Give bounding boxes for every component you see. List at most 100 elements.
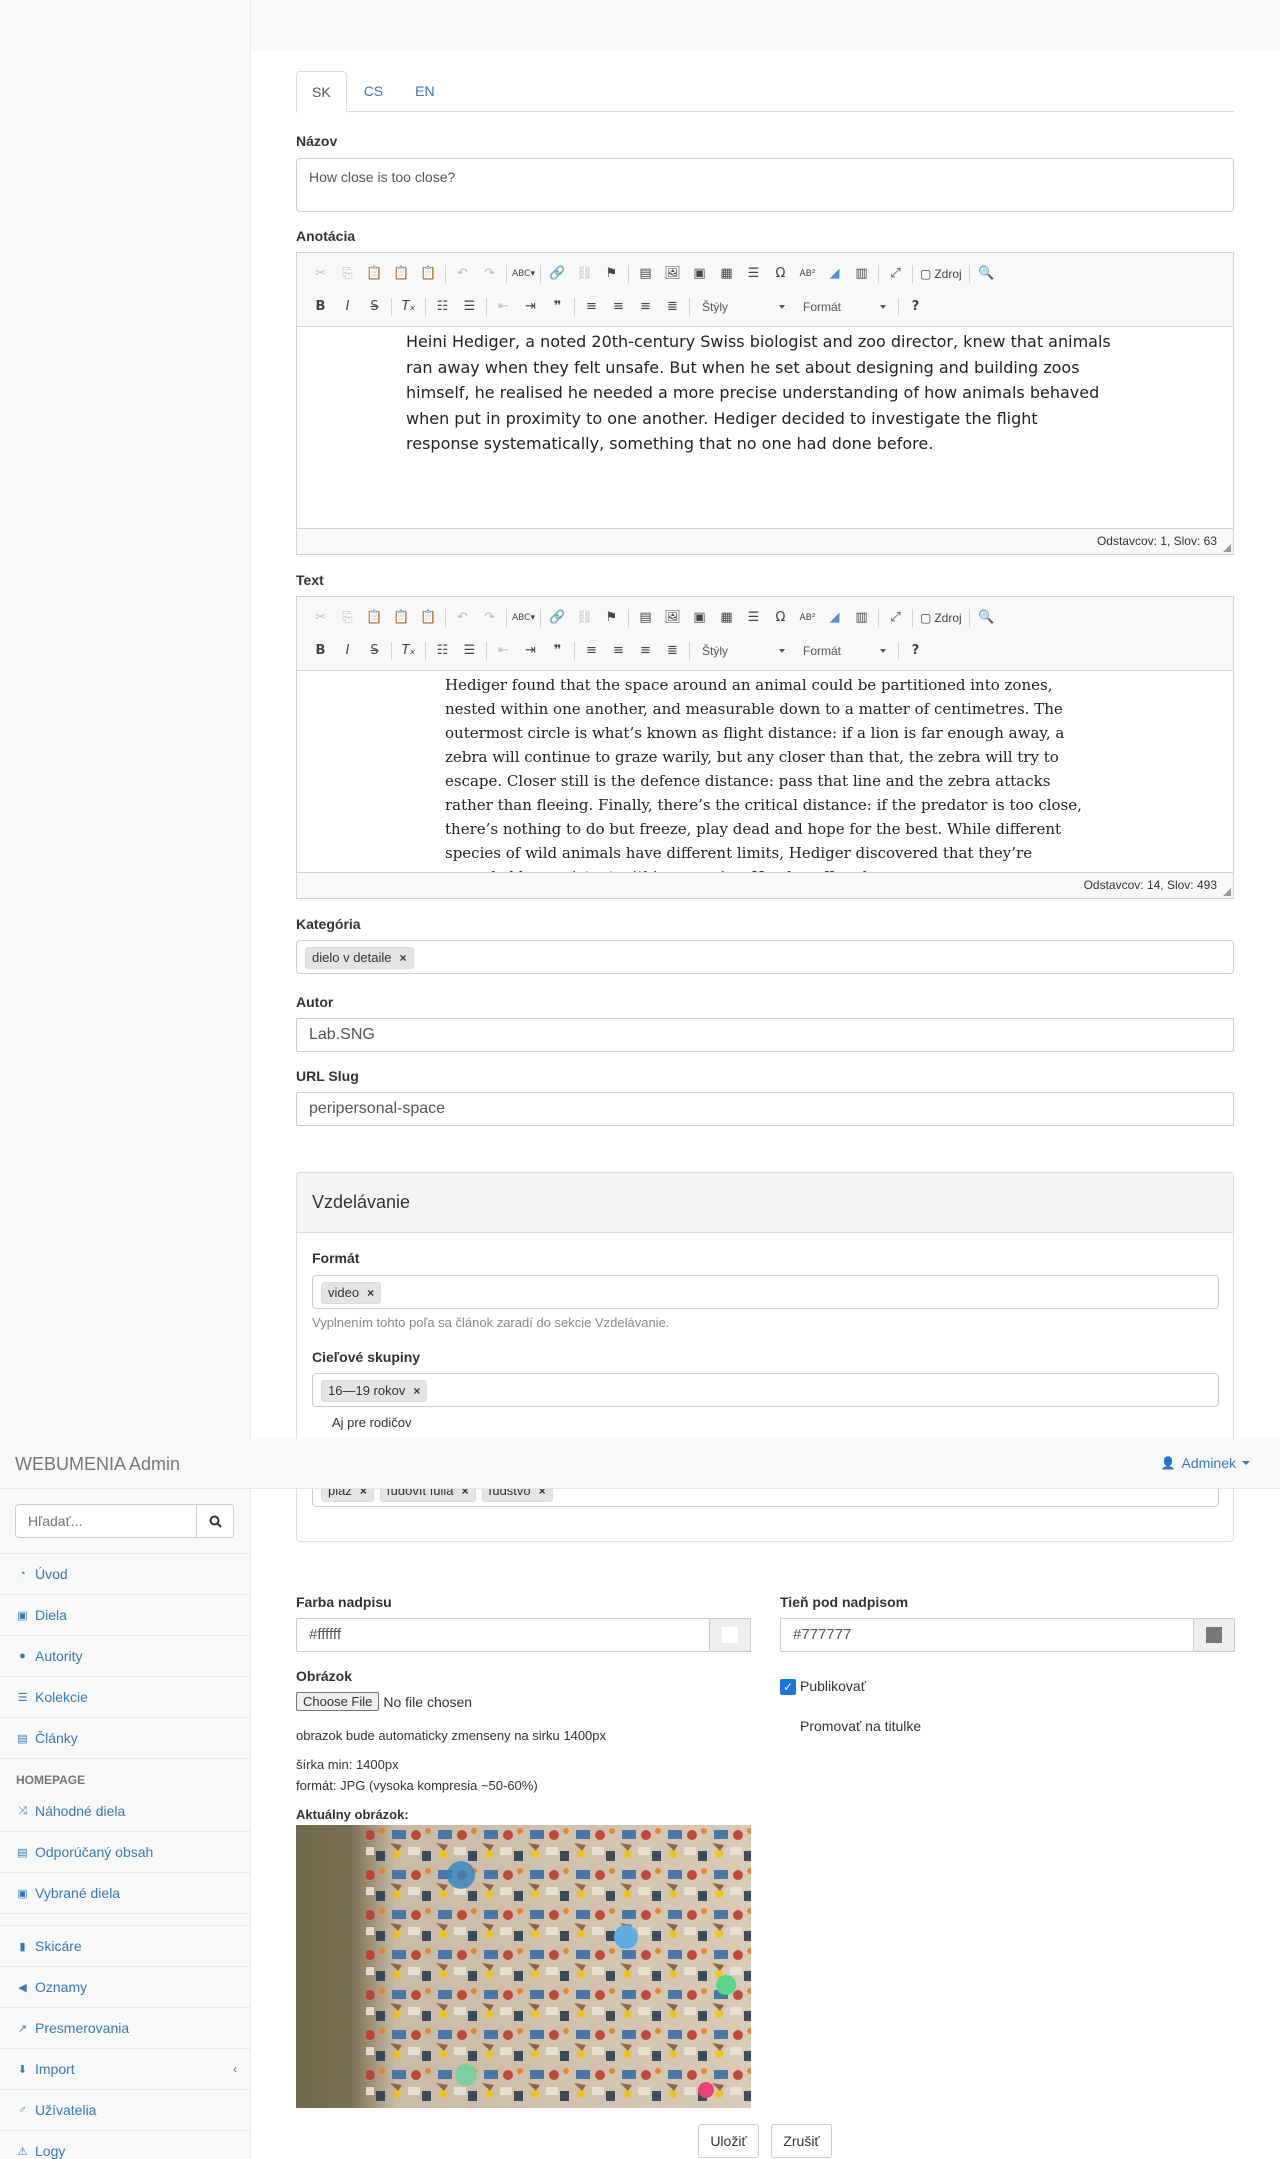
sidebar-item-vybrane[interactable]: ▣ Vybrané diela xyxy=(0,1873,251,1914)
text-body[interactable]: Hediger found that the space around an a… xyxy=(297,671,1233,872)
spellcheck-icon[interactable]: ABC▾ xyxy=(510,606,537,630)
tien-color-picker[interactable] xyxy=(1194,1618,1235,1652)
align-right-icon[interactable]: ≡ xyxy=(632,639,659,663)
superscript-icon[interactable]: AB² xyxy=(794,606,821,630)
anchor-icon[interactable]: ⚑ xyxy=(598,606,625,630)
align-center-icon[interactable]: ≡ xyxy=(605,639,632,663)
redo-icon[interactable]: ↷ xyxy=(476,262,503,286)
format-dropdown[interactable]: Formát xyxy=(797,640,892,662)
align-left-icon[interactable]: ≡ xyxy=(578,639,605,663)
undo-icon[interactable]: ↶ xyxy=(449,262,476,286)
search-input[interactable] xyxy=(15,1504,197,1538)
image-icon[interactable]: 🖼 xyxy=(659,606,686,630)
sidebar-item-clanky[interactable]: ▤ Články xyxy=(0,1718,251,1759)
indent-icon[interactable]: ⇥ xyxy=(517,295,544,319)
justify-icon[interactable]: ≣ xyxy=(659,295,686,319)
remove-chip-icon[interactable]: × xyxy=(367,1283,374,1303)
slug-input[interactable]: peripersonal-space xyxy=(296,1092,1234,1126)
kategoria-select[interactable]: dielo v detaile × xyxy=(296,940,1234,974)
remove-chip-icon[interactable]: × xyxy=(400,948,407,968)
preview-icon[interactable]: 🔍 xyxy=(973,606,1000,630)
format-dropdown[interactable]: Formát xyxy=(797,296,892,318)
source-button[interactable]: ▢ Zdroj xyxy=(916,611,966,625)
preview-icon[interactable]: 🔍 xyxy=(973,262,1000,286)
special-char-icon[interactable]: Ω xyxy=(767,262,794,286)
panel-format-select[interactable]: video × xyxy=(312,1275,1219,1309)
redo-icon[interactable]: ↷ xyxy=(476,606,503,630)
cancel-button[interactable]: Zrušiť xyxy=(771,2124,832,2158)
strike-icon[interactable]: S xyxy=(361,295,388,319)
paste-text-icon[interactable]: 📋 xyxy=(388,262,415,286)
sidebar-item-odporucany[interactable]: ▤ Odporúčaný obsah xyxy=(0,1832,251,1873)
italic-icon[interactable]: I xyxy=(334,295,361,319)
bold-icon[interactable]: B xyxy=(307,295,334,319)
unlink-icon[interactable]: ⛓ xyxy=(571,262,598,286)
numbered-list-icon[interactable]: ☷ xyxy=(429,295,456,319)
sidebar-item-oznamy[interactable]: ◀ Oznamy xyxy=(0,1967,251,2008)
indent-icon[interactable]: ⇥ xyxy=(517,639,544,663)
search-button[interactable] xyxy=(197,1504,234,1538)
spellcheck-icon[interactable]: ABC▾ xyxy=(510,262,537,286)
bold-icon[interactable]: B xyxy=(307,639,334,663)
sidebar-item-uvod[interactable]: ◔ Úvod xyxy=(0,1554,251,1595)
align-left-icon[interactable]: ≡ xyxy=(578,295,605,319)
copy-icon[interactable]: ⎘ xyxy=(334,606,361,630)
embed-icon[interactable]: ▤ xyxy=(632,606,659,630)
embed-icon[interactable]: ▤ xyxy=(632,262,659,286)
sidebar-item-autority[interactable]: ● Autority xyxy=(0,1636,251,1677)
tab-sk[interactable]: SK xyxy=(296,71,347,113)
hr-icon[interactable]: ☰ xyxy=(740,606,767,630)
media-icon[interactable]: ▣ xyxy=(686,606,713,630)
paste-text-icon[interactable]: 📋 xyxy=(388,606,415,630)
sidebar-item-uzivatelia[interactable]: ♂ Užívatelia xyxy=(0,2090,251,2131)
file-input[interactable]: Choose File No file chosen xyxy=(296,1692,472,1711)
paste-icon[interactable]: 📋 xyxy=(361,262,388,286)
align-right-icon[interactable]: ≡ xyxy=(632,295,659,319)
rodicov-checkbox-label[interactable]: Aj pre rodičov xyxy=(332,1415,411,1430)
align-center-icon[interactable]: ≡ xyxy=(605,295,632,319)
undo-icon[interactable]: ↶ xyxy=(449,606,476,630)
sidebar-item-presmerovania[interactable]: ↗ Presmerovania xyxy=(0,2008,251,2049)
save-button[interactable]: Uložiť xyxy=(698,2124,759,2158)
remove-format-icon[interactable]: Tₓ xyxy=(395,639,422,663)
justify-icon[interactable]: ≣ xyxy=(659,639,686,663)
blockquote-icon[interactable]: ❞ xyxy=(544,295,571,319)
sidebar-item-logy[interactable]: ⚠ Logy xyxy=(0,2131,251,2159)
numbered-list-icon[interactable]: ☷ xyxy=(429,639,456,663)
tien-input[interactable]: #777777 xyxy=(780,1618,1194,1652)
iframe-icon[interactable]: ▥ xyxy=(848,262,875,286)
styles-dropdown[interactable]: Štýly xyxy=(696,296,791,318)
remove-format-icon[interactable]: Tₓ xyxy=(395,295,422,319)
farba-input[interactable]: #ffffff xyxy=(296,1618,710,1652)
nazov-textarea[interactable]: How close is too close? xyxy=(296,158,1234,212)
user-menu[interactable]: 👤 Adminek xyxy=(1161,1455,1250,1471)
tab-cs[interactable]: CS xyxy=(349,71,398,112)
promovat-label[interactable]: Promovať na titulke xyxy=(800,1718,921,1734)
link-icon[interactable]: 🔗 xyxy=(544,606,571,630)
publikovat-checkbox[interactable]: ✓ xyxy=(780,1679,796,1695)
bulleted-list-icon[interactable]: ☰ xyxy=(456,639,483,663)
choose-file-button[interactable]: Choose File xyxy=(296,1692,380,1711)
sidebar-item-nahodne[interactable]: ⤨ Náhodné diela xyxy=(0,1791,251,1832)
styles-dropdown[interactable]: Štýly xyxy=(696,640,791,662)
chart-icon[interactable]: ◢ xyxy=(821,606,848,630)
source-button[interactable]: ▢ Zdroj xyxy=(916,267,966,281)
table-icon[interactable]: ▦ xyxy=(713,262,740,286)
sidebar-item-kolekcie[interactable]: ☰ Kolekcie xyxy=(0,1677,251,1718)
table-icon[interactable]: ▦ xyxy=(713,606,740,630)
farba-color-picker[interactable] xyxy=(710,1618,751,1652)
unlink-icon[interactable]: ⛓ xyxy=(571,606,598,630)
superscript-icon[interactable]: AB² xyxy=(794,262,821,286)
cut-icon[interactable]: ✂ xyxy=(307,606,334,630)
tab-en[interactable]: EN xyxy=(400,71,449,112)
maximize-icon[interactable]: ⤢ xyxy=(882,262,909,286)
copy-icon[interactable]: ⎘ xyxy=(334,262,361,286)
bulleted-list-icon[interactable]: ☰ xyxy=(456,295,483,319)
cut-icon[interactable]: ✂ xyxy=(307,262,334,286)
outdent-icon[interactable]: ⇤ xyxy=(490,295,517,319)
strike-icon[interactable]: S xyxy=(361,639,388,663)
iframe-icon[interactable]: ▥ xyxy=(848,606,875,630)
autor-input[interactable]: Lab.SNG xyxy=(296,1018,1234,1052)
paste-word-icon[interactable]: 📋 xyxy=(415,262,442,286)
italic-icon[interactable]: I xyxy=(334,639,361,663)
